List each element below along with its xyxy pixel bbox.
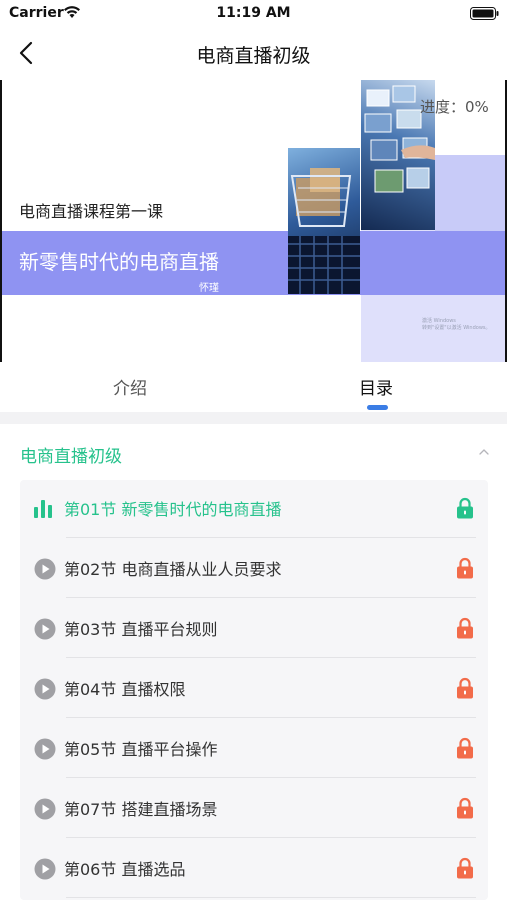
- lock-icon: [457, 797, 473, 819]
- lesson-item[interactable]: 第01节 新零售时代的电商直播: [20, 480, 488, 540]
- tab-bar: 介绍 目录: [0, 362, 507, 412]
- lock-icon: [457, 857, 473, 879]
- play-circle-icon: [34, 798, 56, 820]
- chapter-title: 电商直播初级: [20, 447, 122, 467]
- chevron-up-icon[interactable]: [478, 448, 490, 456]
- lock-icon: [457, 617, 473, 639]
- unlock-icon: [457, 497, 473, 519]
- play-circle-icon: [34, 618, 56, 640]
- row-separator: [66, 837, 476, 838]
- cover-author: 怀瑾: [199, 283, 219, 294]
- tab-intro[interactable]: 介绍: [113, 374, 147, 399]
- battery-icon: [470, 7, 499, 20]
- cover-headline: 新零售时代的电商直播: [19, 250, 219, 274]
- lesson-label: 第03节 直播平台规则: [64, 620, 218, 639]
- section-divider: [0, 412, 507, 424]
- course-cover[interactable]: 进度：0% 电商直播课程第一课 新零售时代的电商直播 怀瑾 激活 Windows…: [0, 80, 507, 362]
- lesson-item[interactable]: 第03节 直播平台规则: [20, 600, 488, 660]
- lesson-label: 第07节 搭建直播场景: [64, 800, 218, 819]
- lock-icon: [457, 677, 473, 699]
- row-separator: [66, 657, 476, 658]
- playing-bars-icon: [34, 500, 52, 518]
- row-separator: [66, 717, 476, 718]
- play-circle-icon: [34, 558, 56, 580]
- watermark-line: 转到"设置"以激活 Windows。: [422, 325, 491, 331]
- lesson-list: 第01节 新零售时代的电商直播 第02节 电商直播从业人员要求 第03节 直播平…: [20, 480, 488, 900]
- page-title: 电商直播初级: [196, 45, 311, 67]
- tab-catalog[interactable]: 目录: [359, 374, 393, 399]
- lesson-label: 第04节 直播权限: [64, 680, 186, 699]
- cover-subtitle: 电商直播课程第一课: [19, 202, 164, 221]
- play-circle-icon: [34, 858, 56, 880]
- lock-icon: [457, 737, 473, 759]
- lesson-item[interactable]: 第02节 电商直播从业人员要求: [20, 540, 488, 600]
- nav-bar: 电商直播初级: [0, 28, 507, 78]
- cover-decor-block: [435, 155, 505, 231]
- row-separator: [66, 897, 476, 898]
- lesson-label: 第01节 新零售时代的电商直播: [64, 500, 282, 519]
- row-separator: [66, 537, 476, 538]
- chapter-header[interactable]: 电商直播初级: [0, 424, 507, 480]
- lesson-item[interactable]: 第07节 搭建直播场景: [20, 780, 488, 840]
- lesson-label: 第05节 直播平台操作: [64, 740, 218, 759]
- shopping-cart-image: [288, 148, 360, 294]
- lesson-item[interactable]: 第06节 直播选品: [20, 840, 488, 900]
- lock-icon: [457, 557, 473, 579]
- watermark-line: 激活 Windows: [422, 318, 456, 324]
- status-time: 11:19 AM: [216, 5, 291, 21]
- tab-indicator: [367, 405, 388, 410]
- play-circle-icon: [34, 678, 56, 700]
- lesson-item[interactable]: 第04节 直播权限: [20, 660, 488, 720]
- lesson-item[interactable]: 第05节 直播平台操作: [20, 720, 488, 780]
- status-bar: Carrier 11:19 AM: [0, 0, 507, 28]
- row-separator: [66, 777, 476, 778]
- lesson-label: 第02节 电商直播从业人员要求: [64, 560, 282, 579]
- play-circle-icon: [34, 738, 56, 760]
- watermark: 激活 Windows 转到"设置"以激活 Windows。: [422, 318, 491, 332]
- progress-label: 进度：0%: [420, 98, 489, 116]
- row-separator: [66, 597, 476, 598]
- lesson-label: 第06节 直播选品: [64, 860, 186, 879]
